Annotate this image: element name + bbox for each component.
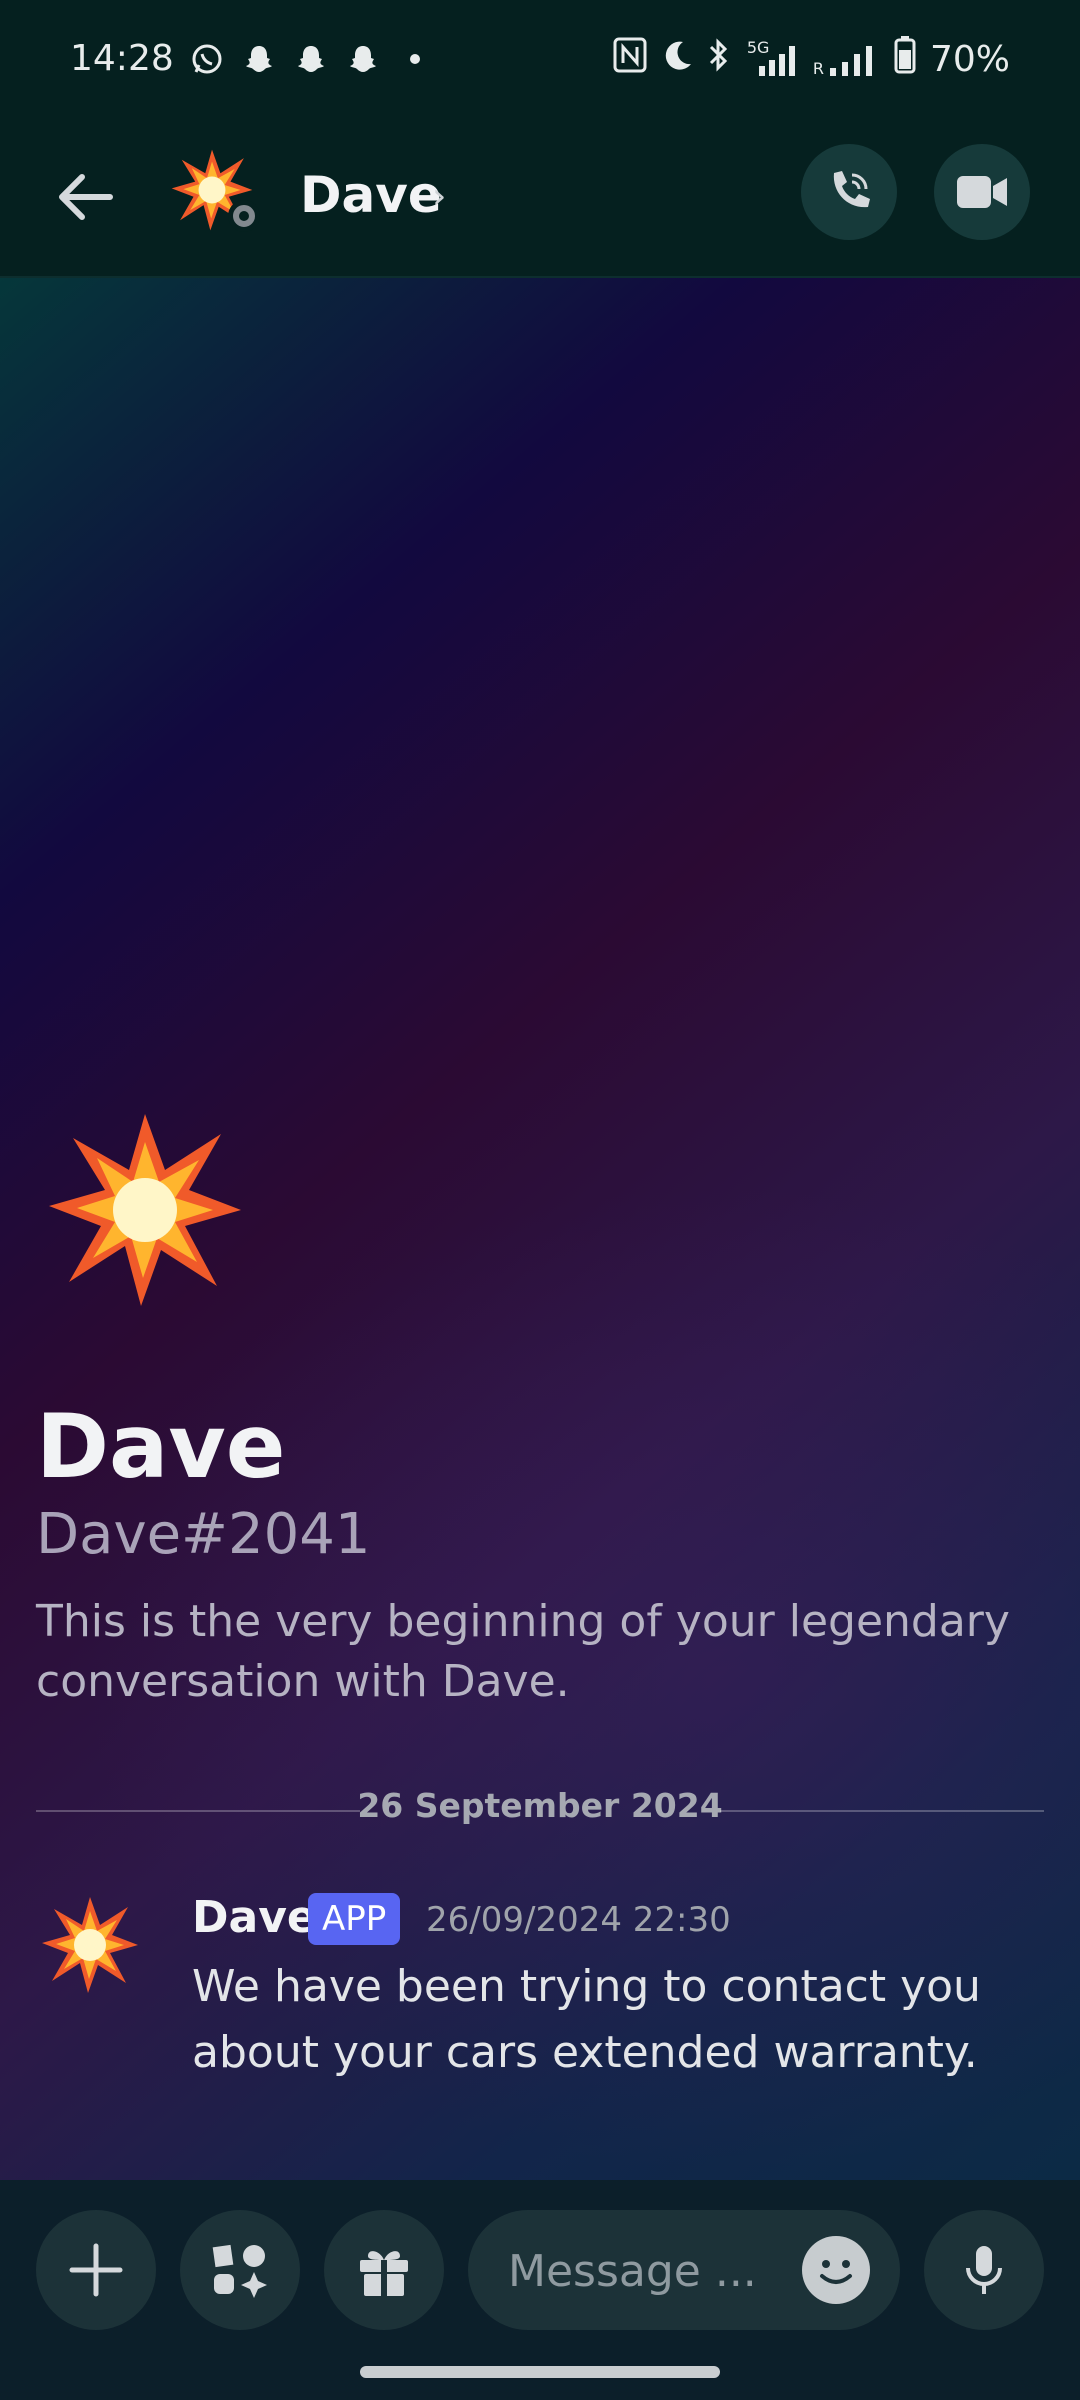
message-timestamp: 26/09/2024 22:30 xyxy=(426,1900,731,1940)
offline-status-icon xyxy=(228,200,260,232)
message-avatar[interactable] xyxy=(40,1895,140,1995)
phone-icon xyxy=(833,171,870,208)
bluetooth-icon xyxy=(707,37,731,82)
apps-button[interactable] xyxy=(180,2210,300,2330)
back-button[interactable] xyxy=(50,162,120,232)
network-label: 5G xyxy=(746,37,770,57)
voice-message-button[interactable] xyxy=(924,2210,1044,2330)
video-camera-icon xyxy=(957,176,1007,208)
profile-name: Dave xyxy=(36,1395,286,1498)
signal-5g-icon: 5G xyxy=(745,38,799,78)
microphone-icon xyxy=(966,2246,1002,2294)
roaming-label: R xyxy=(812,58,824,78)
gift-button[interactable] xyxy=(324,2210,444,2330)
emoji-button[interactable] xyxy=(802,2236,870,2304)
moon-icon xyxy=(661,38,693,81)
explosion-icon xyxy=(49,1114,241,1306)
status-time: 14:28 xyxy=(70,38,174,79)
nfc-icon xyxy=(613,37,647,82)
dot-icon xyxy=(398,42,432,76)
whatsapp-icon xyxy=(190,42,224,76)
home-indicator[interactable] xyxy=(360,2366,720,2378)
explosion-icon xyxy=(42,1897,138,1993)
conversation-header: Dave › xyxy=(0,122,1080,278)
divider-date: 26 September 2024 xyxy=(357,1786,723,1825)
message-input[interactable]: Message ... xyxy=(468,2210,900,2330)
message-text[interactable]: We have been trying to contact you about… xyxy=(192,1954,1042,2086)
header-username[interactable]: Dave xyxy=(300,166,442,224)
status-bar: 14:28 5G R 70% xyxy=(0,0,1080,122)
video-call-button[interactable] xyxy=(934,144,1030,240)
battery-percent: 70% xyxy=(929,39,1010,80)
divider-line xyxy=(720,1810,1044,1812)
date-divider: 26 September 2024 xyxy=(36,1786,1044,1836)
battery-icon xyxy=(894,36,916,83)
snapchat-icon xyxy=(346,42,380,76)
plus-icon xyxy=(69,2243,123,2297)
smiley-icon xyxy=(820,2260,852,2284)
snapchat-icon xyxy=(294,42,328,76)
snapchat-icon xyxy=(242,42,276,76)
chevron-right-icon[interactable]: › xyxy=(432,176,446,217)
conversation-intro: This is the very beginning of your legen… xyxy=(36,1596,1010,1707)
message-placeholder: Message ... xyxy=(508,2246,757,2297)
signal-r-icon: R xyxy=(813,42,880,78)
attach-button[interactable] xyxy=(36,2210,156,2330)
profile-tag: Dave#2041 xyxy=(36,1502,371,1567)
message-author[interactable]: Dave xyxy=(192,1892,317,1943)
profile-avatar[interactable] xyxy=(45,1110,245,1310)
voice-call-button[interactable] xyxy=(801,144,897,240)
system-icons: 5G R 70% xyxy=(613,36,1010,83)
app-badge: APP xyxy=(308,1893,401,1945)
apps-icon xyxy=(212,2244,267,2298)
gift-icon xyxy=(360,2251,408,2296)
back-arrow-icon xyxy=(59,174,113,220)
notification-icons xyxy=(190,42,432,76)
